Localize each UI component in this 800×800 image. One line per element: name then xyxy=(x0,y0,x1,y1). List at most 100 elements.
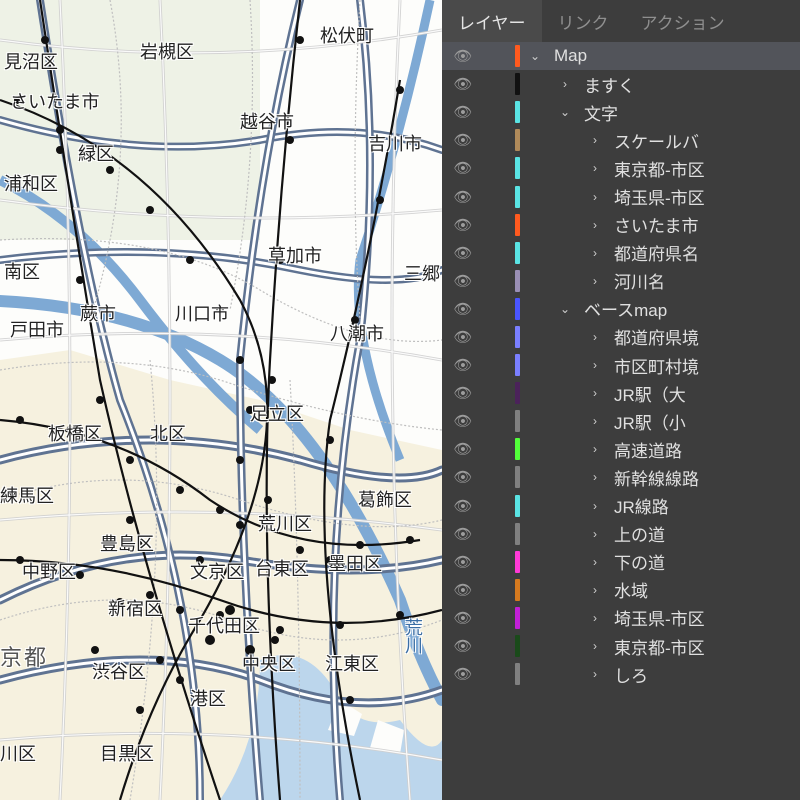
chevron-right-icon[interactable]: › xyxy=(586,274,604,288)
visibility-eye-icon[interactable]: 👁 xyxy=(452,384,474,402)
visibility-eye-icon[interactable]: 👁 xyxy=(452,103,474,121)
layer-color-swatch xyxy=(474,354,526,376)
chevron-right-icon[interactable]: › xyxy=(586,246,604,260)
layer-row[interactable]: 👁⌄文字 xyxy=(442,98,800,126)
visibility-eye-icon[interactable]: 👁 xyxy=(452,609,474,627)
layer-name-label: 高速道路 xyxy=(604,437,682,462)
layer-row[interactable]: 👁 ›JR駅（大 xyxy=(442,379,800,407)
layer-color-swatch xyxy=(474,214,526,236)
panel-tab[interactable]: アクション xyxy=(625,0,741,42)
layer-color-swatch xyxy=(474,382,526,404)
panel-tab[interactable]: レイヤー xyxy=(442,0,542,42)
visibility-eye-icon[interactable]: 👁 xyxy=(452,581,474,599)
layer-name-label: 都道府県名 xyxy=(604,240,699,265)
visibility-eye-icon[interactable]: 👁 xyxy=(452,412,474,430)
layer-row[interactable]: 👁 ›ますく xyxy=(442,70,800,98)
layer-row[interactable]: 👁›スケールバ xyxy=(442,126,800,154)
layer-color-swatch xyxy=(474,45,526,67)
layer-row[interactable]: 👁›上の道 xyxy=(442,520,800,548)
visibility-eye-icon[interactable]: 👁 xyxy=(452,440,474,458)
layer-color-swatch xyxy=(474,242,526,264)
layer-row[interactable]: 👁 ›市区町村境 xyxy=(442,351,800,379)
layer-color-swatch xyxy=(474,186,526,208)
layer-row[interactable]: 👁›水域 xyxy=(442,576,800,604)
layer-row[interactable]: 👁 ›JR線路 xyxy=(442,492,800,520)
layer-color-swatch xyxy=(474,157,526,179)
layer-color-swatch xyxy=(474,607,526,629)
chevron-right-icon[interactable]: › xyxy=(586,442,604,456)
layer-name-label: 市区町村境 xyxy=(604,353,699,378)
chevron-right-icon[interactable]: › xyxy=(586,470,604,484)
layer-row[interactable]: 👁 ›JR駅（小 xyxy=(442,407,800,435)
layer-color-swatch xyxy=(474,466,526,488)
visibility-eye-icon[interactable]: 👁 xyxy=(452,300,474,318)
map-canvas[interactable]: さいたま市見沼区岩槻区松伏町越谷市吉川市緑区浦和区南区草加市三郷戸田市蕨市川口市… xyxy=(0,0,442,800)
layers-panel: レイヤーリンクアクション 👁⌄Map👁›ますく👁⌄文字👁›スケールバ👁›東京都-… xyxy=(442,0,800,800)
layer-row[interactable]: 👁 ›都道府県境 xyxy=(442,323,800,351)
layer-name-label: ますく xyxy=(574,72,635,97)
layer-name-label: JR駅（小 xyxy=(604,409,686,434)
visibility-eye-icon[interactable]: 👁 xyxy=(452,159,474,177)
layer-row[interactable]: 👁›さいたま市 xyxy=(442,211,800,239)
chevron-right-icon[interactable]: › xyxy=(586,386,604,400)
layer-row[interactable]: 👁›新幹線線路 xyxy=(442,463,800,491)
chevron-right-icon[interactable]: › xyxy=(586,667,604,681)
visibility-eye-icon[interactable]: 👁 xyxy=(452,131,474,149)
layer-row[interactable]: 👁 ›高速道路 xyxy=(442,435,800,463)
layer-color-swatch xyxy=(474,438,526,460)
chevron-right-icon[interactable]: › xyxy=(586,218,604,232)
visibility-eye-icon[interactable]: 👁 xyxy=(452,328,474,346)
visibility-eye-icon[interactable]: 👁 xyxy=(452,75,474,93)
chevron-right-icon[interactable]: › xyxy=(586,527,604,541)
layer-color-swatch xyxy=(474,410,526,432)
chevron-right-icon[interactable]: › xyxy=(586,611,604,625)
layer-row[interactable]: 👁›河川名 xyxy=(442,267,800,295)
visibility-eye-icon[interactable]: 👁 xyxy=(452,525,474,543)
layer-name-label: JR駅（大 xyxy=(604,381,686,406)
visibility-eye-icon[interactable]: 👁 xyxy=(452,497,474,515)
layer-name-label: 都道府県境 xyxy=(604,324,699,349)
visibility-eye-icon[interactable]: 👁 xyxy=(452,553,474,571)
layer-color-swatch xyxy=(474,298,526,320)
visibility-eye-icon[interactable]: 👁 xyxy=(452,272,474,290)
layer-color-swatch xyxy=(474,326,526,348)
layer-row[interactable]: 👁›東京都-市区 xyxy=(442,154,800,182)
visibility-eye-icon[interactable]: 👁 xyxy=(452,468,474,486)
chevron-down-icon[interactable]: ⌄ xyxy=(556,105,574,119)
layer-row[interactable]: 👁 ›埼玉県-市区 xyxy=(442,182,800,210)
chevron-right-icon[interactable]: › xyxy=(586,190,604,204)
layer-name-label: ベースmap xyxy=(574,296,667,321)
layer-name-label: 埼玉県-市区 xyxy=(604,184,705,209)
layer-row[interactable]: 👁›東京都-市区 xyxy=(442,632,800,660)
panel-tab[interactable]: リンク xyxy=(542,0,625,42)
visibility-eye-icon[interactable]: 👁 xyxy=(452,47,474,65)
layer-row[interactable]: 👁›埼玉県-市区 xyxy=(442,604,800,632)
visibility-eye-icon[interactable]: 👁 xyxy=(452,188,474,206)
chevron-right-icon[interactable]: › xyxy=(586,358,604,372)
visibility-eye-icon[interactable]: 👁 xyxy=(452,356,474,374)
chevron-right-icon[interactable]: › xyxy=(556,77,574,91)
layer-color-swatch xyxy=(474,73,526,95)
chevron-down-icon[interactable]: ⌄ xyxy=(526,49,544,63)
layer-name-label: JR線路 xyxy=(604,493,669,518)
chevron-right-icon[interactable]: › xyxy=(586,583,604,597)
chevron-down-icon[interactable]: ⌄ xyxy=(556,302,574,316)
layer-row[interactable]: 👁›しろ xyxy=(442,660,800,688)
chevron-right-icon[interactable]: › xyxy=(586,499,604,513)
layer-row[interactable]: 👁 ⌄ベースmap xyxy=(442,295,800,323)
visibility-eye-icon[interactable]: 👁 xyxy=(452,244,474,262)
visibility-eye-icon[interactable]: 👁 xyxy=(452,637,474,655)
layer-row[interactable]: 👁 ⌄Map xyxy=(442,42,800,70)
chevron-right-icon[interactable]: › xyxy=(586,330,604,344)
layer-row[interactable]: 👁›下の道 xyxy=(442,548,800,576)
chevron-right-icon[interactable]: › xyxy=(586,555,604,569)
chevron-right-icon[interactable]: › xyxy=(586,161,604,175)
visibility-eye-icon[interactable]: 👁 xyxy=(452,216,474,234)
layer-name-label: Map xyxy=(544,46,587,66)
chevron-right-icon[interactable]: › xyxy=(586,133,604,147)
layer-color-swatch xyxy=(474,101,526,123)
chevron-right-icon[interactable]: › xyxy=(586,414,604,428)
chevron-right-icon[interactable]: › xyxy=(586,639,604,653)
layer-row[interactable]: 👁 ›都道府県名 xyxy=(442,239,800,267)
visibility-eye-icon[interactable]: 👁 xyxy=(452,665,474,683)
